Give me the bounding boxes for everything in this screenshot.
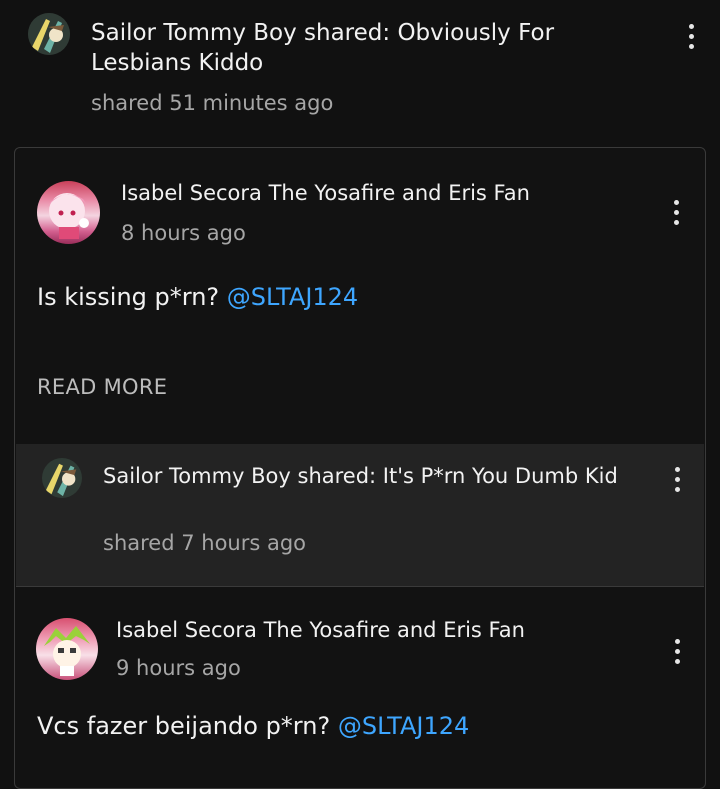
- more-vert-icon[interactable]: [665, 463, 689, 496]
- green-haired-avatar-icon: [36, 618, 98, 680]
- mention-link[interactable]: @SLTAJ124: [338, 712, 469, 740]
- shared-post-avatar[interactable]: [42, 458, 82, 498]
- comment2-text: Vcs fazer beijando p*rn? @SLTAJ124: [37, 712, 469, 740]
- read-more-button[interactable]: READ MORE: [37, 375, 167, 399]
- more-vert-icon[interactable]: [664, 196, 688, 229]
- comment2-timestamp: 9 hours ago: [116, 656, 241, 680]
- shared-post-title[interactable]: Sailor Tommy Boy shared: It's P*rn You D…: [103, 462, 623, 490]
- comment-text: Is kissing p*rn? @SLTAJ124: [37, 283, 358, 311]
- comment-avatar[interactable]: [37, 181, 100, 244]
- comment-timestamp: 8 hours ago: [121, 221, 246, 245]
- comment-author[interactable]: Isabel Secora The Yosafire and Eris Fan: [121, 179, 530, 207]
- comment2-text-body: Vcs fazer beijando p*rn?: [37, 712, 331, 740]
- comment2-author[interactable]: Isabel Secora The Yosafire and Eris Fan: [116, 616, 525, 644]
- top-post-avatar[interactable]: [28, 13, 70, 55]
- character-avatar-icon: [42, 458, 82, 498]
- comment2-avatar[interactable]: [36, 618, 98, 680]
- pink-character-avatar-icon: [37, 181, 100, 244]
- shared-post-timestamp: shared 7 hours ago: [103, 531, 307, 555]
- top-post-title[interactable]: Sailor Tommy Boy shared: Obviously For L…: [91, 18, 611, 78]
- character-avatar-icon: [28, 13, 70, 55]
- mention-link[interactable]: @SLTAJ124: [227, 283, 358, 311]
- more-vert-icon[interactable]: [679, 20, 703, 53]
- more-vert-icon[interactable]: [665, 635, 689, 668]
- comment-text-body: Is kissing p*rn?: [37, 283, 227, 311]
- top-post-timestamp: shared 51 minutes ago: [91, 91, 334, 115]
